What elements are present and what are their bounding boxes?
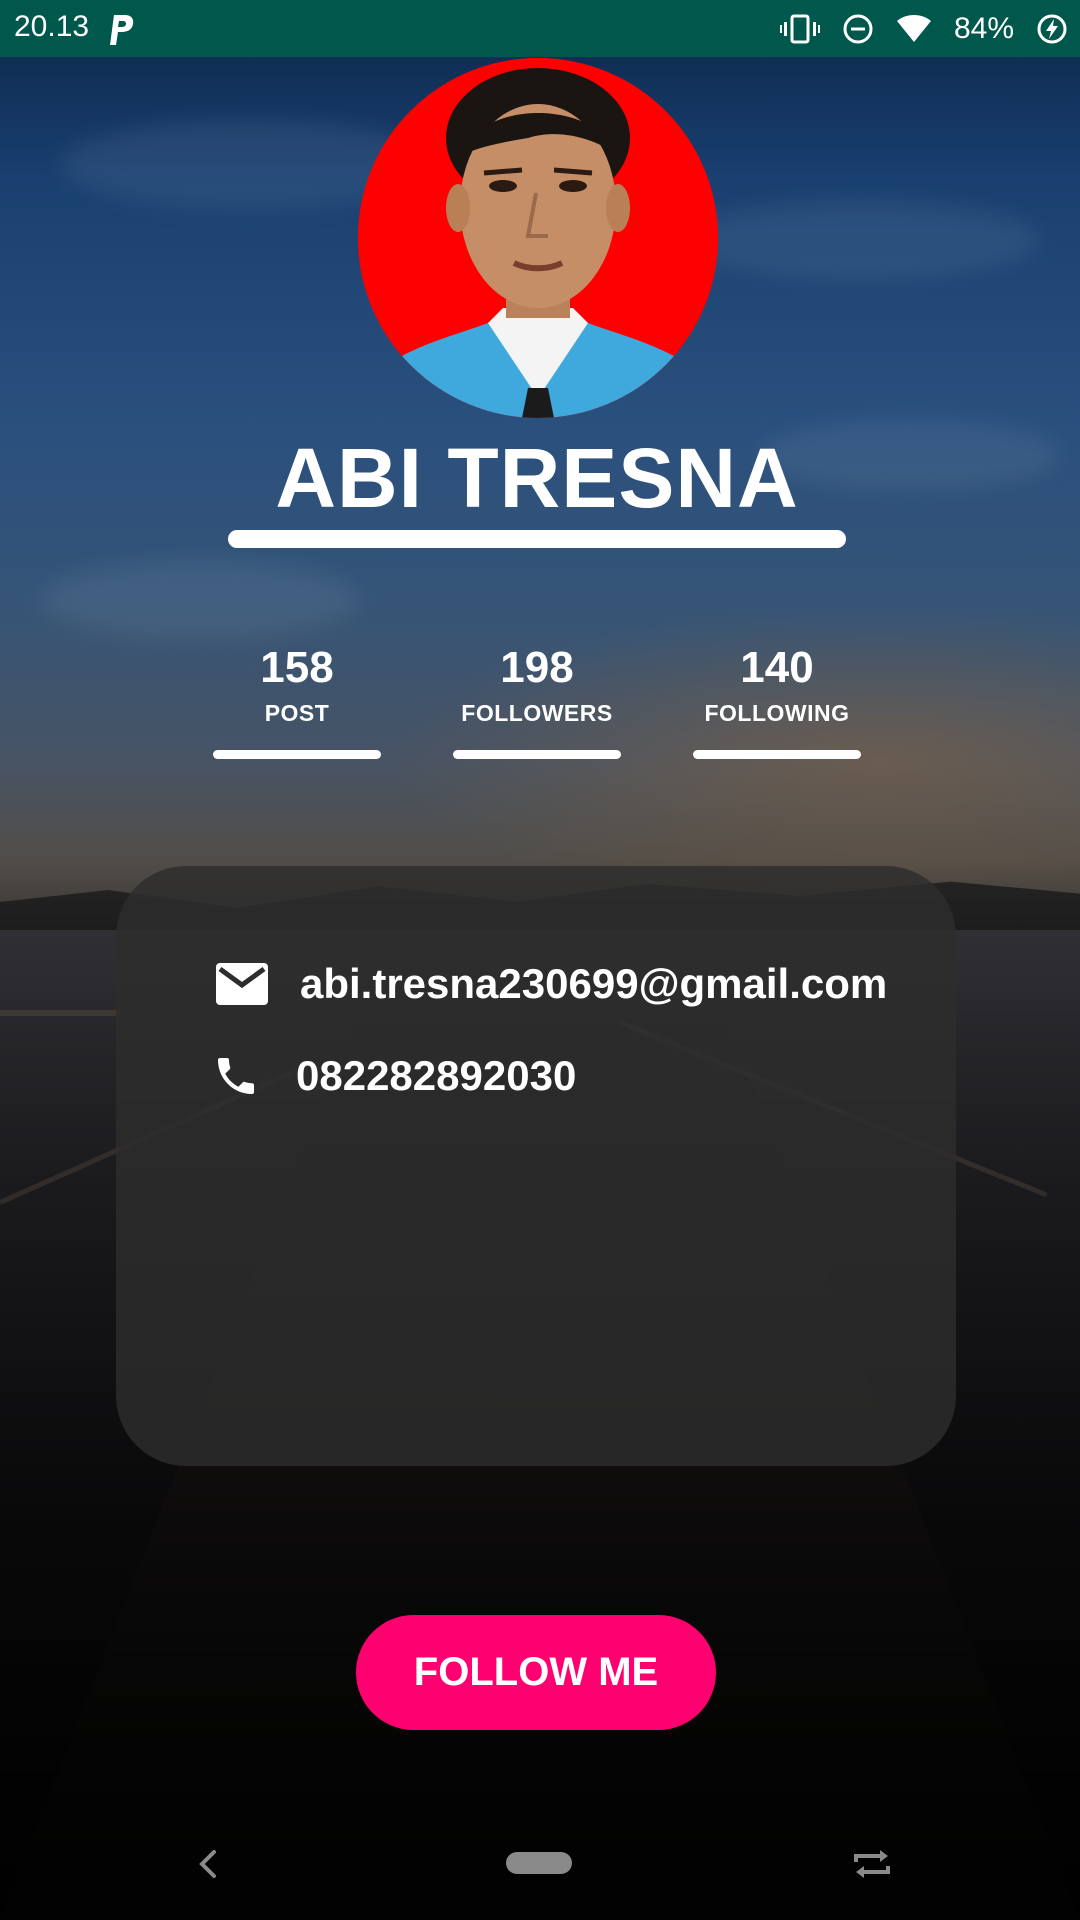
phone-text: 082282892030	[296, 1052, 577, 1099]
email-text: abi.tresna230699@gmail.com	[300, 960, 888, 1007]
status-bar: 20.13 84%	[0, 0, 1080, 57]
back-icon[interactable]	[188, 1844, 228, 1884]
stat-followers[interactable]: 198 FOLLOWERS	[452, 640, 622, 759]
stat-underline	[213, 750, 381, 759]
battery-percent: 84%	[953, 12, 1014, 45]
parking-p-icon	[110, 15, 134, 45]
status-time: 20.13	[14, 10, 90, 43]
name-underline	[228, 530, 846, 548]
rotate-icon[interactable]	[850, 1844, 894, 1884]
stat-value: 158	[260, 643, 334, 692]
battery-charging-icon	[1037, 14, 1067, 44]
phone-icon	[218, 1058, 254, 1094]
stat-post[interactable]: 158 POST	[212, 640, 382, 759]
stat-label: POST	[264, 700, 330, 726]
home-pill-icon[interactable]	[506, 1852, 572, 1874]
wifi-icon	[896, 15, 931, 42]
profile-photo	[358, 58, 718, 418]
phone-row[interactable]: 082282892030	[212, 1052, 576, 1100]
stat-underline	[453, 750, 621, 759]
do-not-disturb-icon	[843, 14, 873, 44]
profile-name: ABI TRESNA	[275, 431, 799, 525]
follow-me-button[interactable]: FOLLOW ME	[356, 1615, 716, 1730]
stat-following[interactable]: 140 FOLLOWING	[692, 640, 862, 759]
contact-card: abi.tresna230699@gmail.com 082282892030	[116, 866, 956, 1466]
profile-avatar	[358, 58, 718, 418]
vibrate-icon	[779, 14, 820, 44]
stat-value: 198	[500, 643, 574, 692]
stat-underline	[693, 750, 861, 759]
mail-icon	[216, 963, 268, 1005]
email-row[interactable]: abi.tresna230699@gmail.com	[216, 960, 887, 1008]
status-icons: 84%	[779, 8, 1068, 50]
navigation-bar	[0, 1800, 1080, 1920]
stat-label: FOLLOWERS	[461, 700, 613, 726]
stat-label: FOLLOWING	[704, 700, 850, 726]
stat-value: 140	[740, 643, 814, 692]
